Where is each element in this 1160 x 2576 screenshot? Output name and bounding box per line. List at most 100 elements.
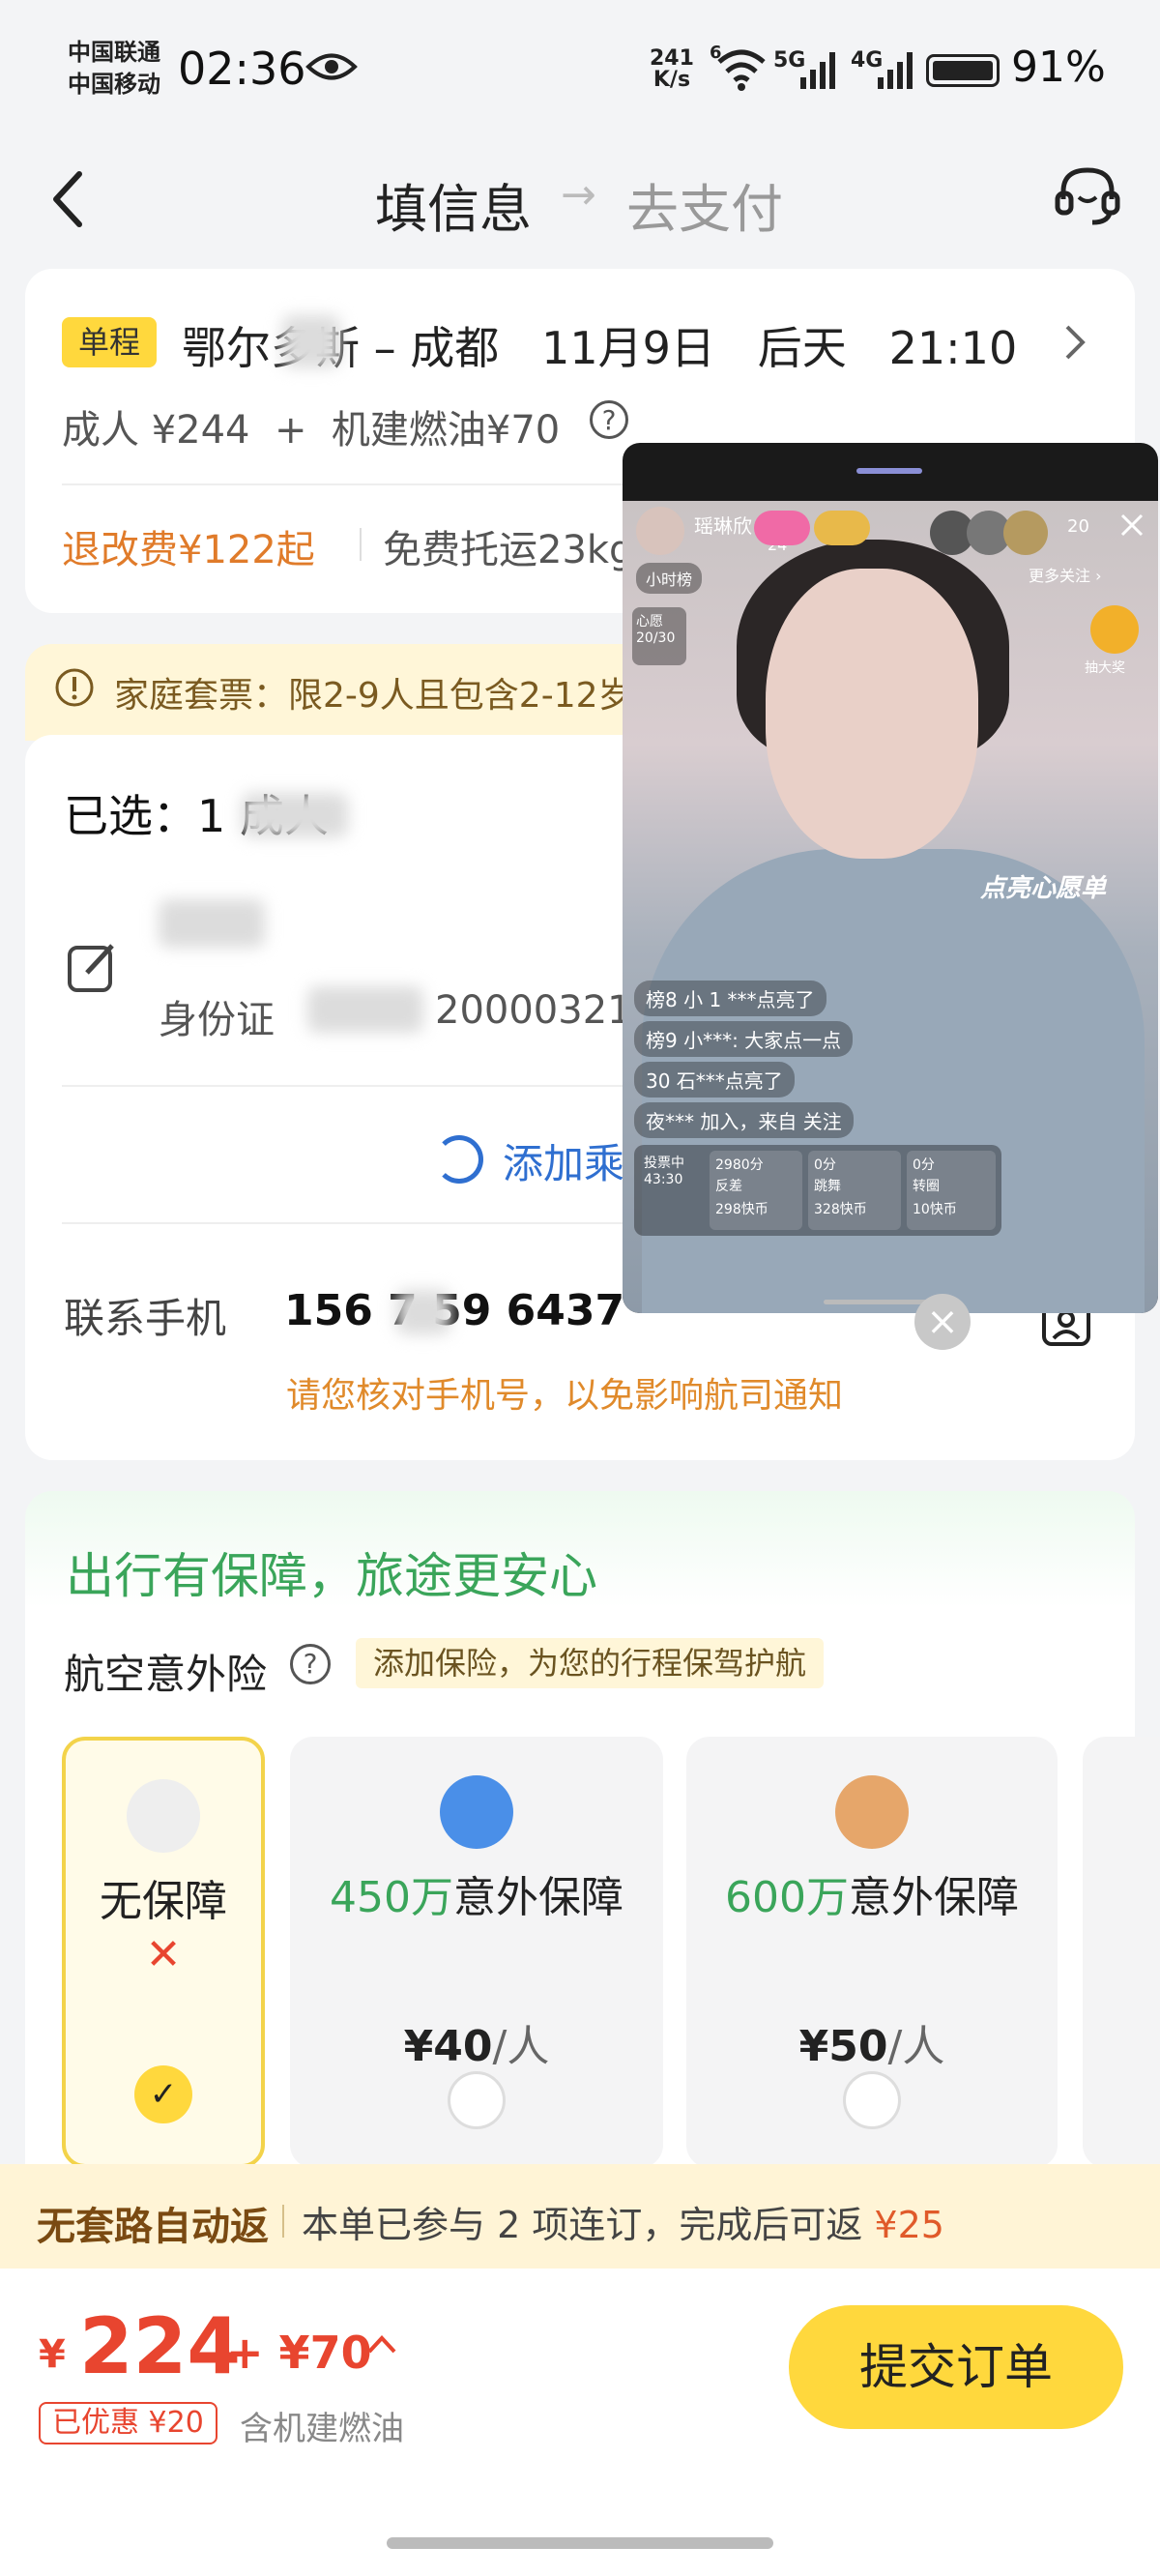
price-unit: /人	[887, 2022, 945, 2071]
includes-fee-note: 含机建燃油	[240, 2410, 404, 2448]
shield-gray-icon	[127, 1779, 200, 1853]
insurance-option-none[interactable]: 无保障 ✕ ✓	[62, 1737, 265, 2168]
promo-title: 无套路自动返	[37, 2205, 269, 2249]
pip-video-window[interactable]: 瑶琳欣 24 20 小时榜 更多关注 › 心愿 20/30 抽大奖 点亮心愿单 …	[623, 443, 1158, 1313]
baggage-allowance: 免费托运23kg	[383, 528, 634, 572]
insurance-option-more[interactable]	[1083, 1737, 1160, 2168]
insurance-name: 意外保障	[452, 1873, 624, 1922]
eye-icon	[305, 53, 358, 80]
selected-check-icon: ✓	[134, 2065, 192, 2123]
wish-progress: 20/30	[636, 630, 676, 646]
discount-badge: 已优惠 ¥20	[39, 2402, 218, 2444]
chevron-up-icon[interactable]	[365, 2328, 398, 2361]
add-passenger-icon[interactable]	[435, 1135, 483, 1184]
vote-coins: 298快币	[715, 1202, 768, 1217]
home-indicator[interactable]	[387, 2537, 773, 2549]
wishlist-banner[interactable]: 点亮心愿单	[980, 868, 1106, 904]
insurance-option-600-name: 600万意外保障	[686, 1862, 1058, 1924]
step-fill-info: 填信息	[375, 179, 532, 240]
step-arrow: →	[561, 170, 596, 220]
wifi-icon	[717, 49, 766, 91]
hourly-rank[interactable]: 小时榜	[636, 563, 703, 594]
chat-message: 榜9 小***: 大家点一点	[634, 1021, 854, 1057]
chevron-right-icon[interactable]	[1063, 323, 1087, 362]
clock: 02:36	[178, 43, 306, 95]
divider	[282, 2205, 284, 2238]
fare-help-icon[interactable]: ?	[590, 400, 628, 439]
insurance-type-label: 航空意外险	[64, 1651, 268, 1698]
lottery-icon[interactable]	[1090, 605, 1139, 654]
customer-service-icon[interactable]	[1054, 164, 1121, 226]
carrier-1: 中国联通	[68, 39, 160, 66]
price-unit: /人	[492, 2022, 550, 2071]
battery-icon	[926, 54, 1000, 87]
close-icon[interactable]	[1117, 511, 1146, 540]
insurance-title: 出行有保障，旅途更安心	[66, 1548, 597, 1604]
vote-timer: 43:30	[644, 1172, 683, 1187]
shield-orange-icon	[835, 1775, 909, 1849]
vote-score: 0分	[913, 1157, 935, 1173]
insurance-price: ¥40/人	[290, 2011, 663, 2073]
tax-amount: + ¥70	[226, 2327, 372, 2379]
trip-type-badge: 单程	[62, 317, 157, 367]
vote-coins: 328快币	[814, 1202, 867, 1217]
promo-text: 本单已参与 2 项连订，完成后可返 ¥25	[302, 2195, 944, 2248]
passenger-name-redacted	[159, 899, 265, 948]
insurance-option-450-name: 450万意外保障	[290, 1862, 663, 1924]
step-pay: 去支付	[626, 179, 783, 240]
vote-name: 反差	[715, 1179, 742, 1194]
radio-button[interactable]	[843, 2071, 901, 2129]
insurance-name: 意外保障	[848, 1873, 1019, 1922]
insurance-amount: 600万	[725, 1873, 849, 1922]
wish-widget[interactable]: 心愿 20/30	[632, 607, 686, 665]
phone-redaction	[396, 1290, 450, 1334]
gift-heart-icon[interactable]	[754, 511, 810, 545]
radio-button[interactable]	[448, 2071, 506, 2129]
contact-phone-label: 联系手机	[64, 1295, 227, 1342]
contact-phone-number[interactable]: 156 7 59 6437	[284, 1286, 624, 1335]
back-arrow-icon[interactable]	[50, 170, 85, 228]
pip-drag-handle[interactable]	[856, 468, 922, 474]
vote-coins: 10快币	[913, 1202, 957, 1217]
total-price: 224	[79, 2301, 241, 2391]
refund-fee-link[interactable]: 退改费¥122起	[62, 518, 315, 574]
more-follow[interactable]: 更多关注 ›	[1029, 563, 1102, 586]
viewer-avatar	[1003, 511, 1048, 555]
vote-status: 投票中	[644, 1156, 684, 1171]
family-ticket-notice-text: 家庭套票：限2-9人且包含2-12岁儿童	[114, 676, 703, 716]
vote-panel[interactable]: 投票中 43:30 2980分 反差 298快币 0分 跳舞 328快币 0分 …	[634, 1145, 1001, 1236]
insurance-amount: 450万	[330, 1873, 453, 1922]
edit-icon[interactable]	[66, 940, 120, 994]
wish-title: 心愿	[636, 614, 663, 629]
wifi-band: 6	[710, 43, 722, 63]
id-type: 身份证	[159, 998, 275, 1042]
insurance-option-none-name: 无保障	[100, 1877, 227, 1926]
signal-bars-1-icon	[800, 52, 835, 89]
fare-breakdown: 成人 ¥244 + 机建燃油¥70	[62, 408, 561, 453]
vote-score: 0分	[814, 1157, 836, 1173]
submit-order-button[interactable]: 提交订单	[789, 2305, 1123, 2429]
battery-percent: 91%	[1011, 43, 1106, 92]
insurance-option-450[interactable]: 450万意外保障 ¥40/人	[290, 1737, 663, 2168]
promo-text-body: 本单已参与 2 项连订，完成后可返	[302, 2204, 875, 2246]
vote-name: 跳舞	[814, 1179, 841, 1194]
chat-message: 30 石***点亮了	[634, 1062, 795, 1098]
shield-blue-icon	[440, 1775, 513, 1849]
vote-option[interactable]: 2980分 反差 298快币	[710, 1151, 802, 1230]
selected-redaction	[242, 793, 348, 837]
network-speed: 241 K/s	[650, 48, 694, 91]
price-value: ¥50	[798, 2022, 888, 2071]
viewer-count: 20	[1067, 516, 1089, 537]
carrier-labels: 中国联通 中国移动	[68, 37, 160, 101]
insurance-help-icon[interactable]: ?	[290, 1644, 331, 1684]
vote-option[interactable]: 0分 跳舞 328快币	[808, 1151, 901, 1230]
host-avatar	[636, 507, 684, 555]
vote-option[interactable]: 0分 转圈 10快币	[907, 1151, 996, 1230]
video-figure-face	[766, 569, 978, 859]
pip-dismiss-button[interactable]: ×	[914, 1294, 971, 1350]
battery-level	[933, 61, 993, 80]
divider	[360, 528, 362, 561]
vip-badge-icon	[814, 511, 870, 545]
vote-score: 2980分	[715, 1157, 764, 1173]
insurance-option-600[interactable]: 600万意外保障 ¥50/人	[686, 1737, 1058, 2168]
